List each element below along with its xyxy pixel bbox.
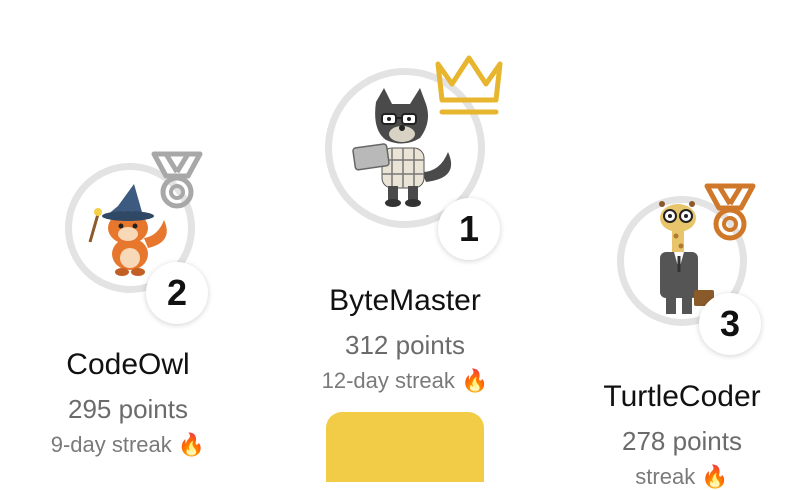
rank-badge: 1 — [438, 198, 500, 260]
crown-icon — [435, 55, 503, 115]
player-name: ByteMaster — [329, 284, 481, 317]
player-points: 278 points — [622, 426, 742, 456]
bronze-medal-icon — [704, 183, 756, 241]
player-points: 295 points — [68, 394, 188, 424]
rank-badge: 3 — [699, 293, 761, 355]
player-name: CodeOwl — [66, 348, 190, 381]
player-points: 312 points — [345, 330, 465, 360]
player-streak: 12-day streak 🔥 — [321, 368, 489, 393]
player-streak: 9-day streak 🔥 — [50, 432, 206, 457]
silver-medal-icon — [151, 151, 203, 209]
player-name: TurtleCoder — [603, 380, 761, 413]
podium-bar — [326, 412, 484, 482]
rank-badge: 2 — [146, 262, 208, 324]
